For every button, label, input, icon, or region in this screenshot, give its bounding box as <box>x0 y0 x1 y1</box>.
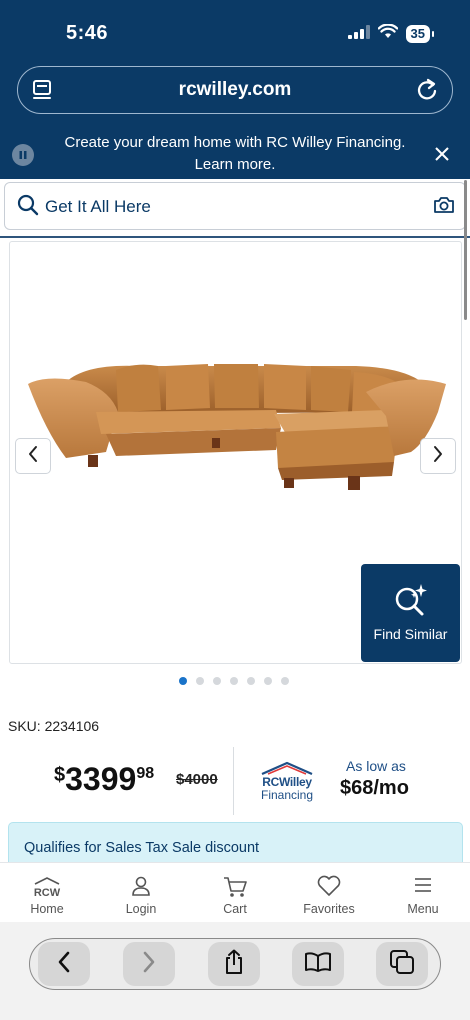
close-icon[interactable] <box>434 146 450 167</box>
header-divider <box>0 236 470 238</box>
carousel-indicators <box>179 677 289 685</box>
battery-icon: 35 <box>405 25 435 43</box>
carousel-dot[interactable] <box>230 677 238 685</box>
browser-share-button[interactable] <box>208 942 260 986</box>
sku-value: 2234106 <box>44 718 100 734</box>
browser-toolbar <box>0 922 470 1020</box>
nav-cart[interactable]: Cart <box>188 863 282 922</box>
sku-label: SKU: <box>8 718 41 734</box>
promo-banner[interactable]: Create your dream home with RC Willey Fi… <box>0 128 470 178</box>
financing-logo[interactable]: RCWilley Financing <box>258 761 316 802</box>
nav-menu-label: Menu <box>407 902 439 916</box>
status-bar: 5:46 35 <box>0 0 470 62</box>
camera-icon[interactable] <box>433 196 455 219</box>
current-price: $339998 <box>54 761 154 798</box>
browser-back-button[interactable] <box>38 942 90 986</box>
carousel-dot[interactable] <box>247 677 255 685</box>
promo-text[interactable]: Create your dream home with RC Willey Fi… <box>60 132 410 176</box>
status-time: 5:46 <box>66 22 109 44</box>
reload-icon[interactable] <box>416 78 438 107</box>
nav-cart-label: Cart <box>223 902 247 916</box>
carousel-dot[interactable] <box>213 677 221 685</box>
status-icons: 35 <box>347 23 435 44</box>
chevron-left-icon <box>27 445 39 468</box>
cart-icon <box>188 875 282 901</box>
nav-menu[interactable]: Menu <box>376 863 470 922</box>
as-low-as-label: As low as <box>346 758 406 774</box>
find-similar-button[interactable]: Find Similar <box>361 564 460 662</box>
carousel-dot[interactable] <box>179 677 187 685</box>
browser-bookmarks-button[interactable] <box>292 942 344 986</box>
heart-icon <box>282 875 376 901</box>
original-price: $4000 <box>176 771 218 788</box>
forward-icon <box>142 951 156 978</box>
nav-home[interactable]: RCW Home <box>0 863 94 922</box>
browser-forward-button[interactable] <box>123 942 175 986</box>
browser-toolbar-pill <box>29 938 441 990</box>
menu-icon <box>376 875 470 901</box>
url-text: rcwilley.com <box>178 79 292 100</box>
price-divider <box>233 747 234 815</box>
carousel-dot[interactable] <box>196 677 204 685</box>
sku: SKU: 2234106 <box>8 718 99 734</box>
price-whole: 3399 <box>65 761 137 797</box>
browser-tabs-button[interactable] <box>376 942 428 986</box>
product-image[interactable] <box>26 352 451 507</box>
sparkle-search-icon <box>392 582 430 623</box>
nav-favorites-label: Favorites <box>303 902 355 916</box>
user-icon <box>94 875 188 901</box>
price-dollar-sign: $ <box>54 764 66 786</box>
price-cents: 98 <box>136 765 155 782</box>
price-row: $339998 $4000 RCWilley Financing As low … <box>0 745 470 815</box>
page-scrollbar[interactable] <box>464 180 467 320</box>
address-bar[interactable]: rcwilley.com <box>17 66 453 114</box>
search-icon[interactable] <box>17 194 39 221</box>
financing-logo-name: RCWilley <box>262 775 312 789</box>
carousel-dot[interactable] <box>264 677 272 685</box>
wifi-icon <box>377 23 398 44</box>
home-logo-icon: RCW <box>0 875 94 901</box>
pause-icon[interactable] <box>12 144 34 166</box>
nav-login[interactable]: Login <box>94 863 188 922</box>
nav-favorites[interactable]: Favorites <box>282 863 376 922</box>
house-roof-icon <box>261 761 313 776</box>
carousel-next-button[interactable] <box>420 438 456 474</box>
tax-sale-text: Qualifies for Sales Tax Sale discount <box>24 840 260 856</box>
monthly-payment[interactable]: $68/mo <box>340 777 409 800</box>
carousel-prev-button[interactable] <box>15 438 51 474</box>
nav-login-label: Login <box>125 902 157 916</box>
financing-logo-sub: Financing <box>260 788 314 802</box>
find-similar-label: Find Similar <box>373 626 448 642</box>
back-icon <box>57 951 71 978</box>
carousel-dot[interactable] <box>281 677 289 685</box>
share-icon <box>223 949 245 980</box>
tab-switcher-icon <box>389 949 415 980</box>
search-input[interactable]: Get It All Here <box>45 197 151 217</box>
search-bar[interactable]: Get It All Here <box>4 182 466 230</box>
chevron-right-icon <box>432 445 444 468</box>
nav-home-label: Home <box>30 902 64 916</box>
home-logo-text: RCW <box>34 887 61 899</box>
top-header: 5:46 35 rcwilley.com Create your dream h… <box>0 0 470 179</box>
signal-icon <box>347 24 370 44</box>
product-image-card: Find Similar <box>9 241 462 664</box>
bookmarks-icon <box>304 951 332 978</box>
bottom-navigation: RCW Home Login Cart Favorites Menu <box>0 862 470 922</box>
